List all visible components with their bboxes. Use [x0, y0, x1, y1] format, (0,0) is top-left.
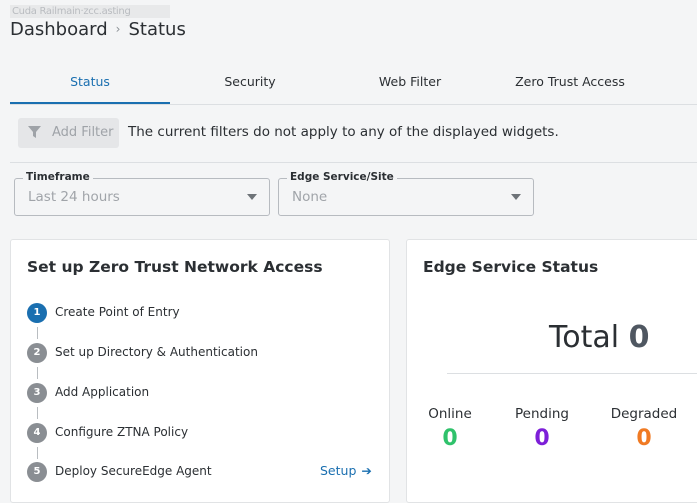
timeframe-value: Last 24 hours	[28, 189, 120, 205]
ztna-card-title: Set up Zero Trust Network Access	[27, 258, 323, 276]
step-connector	[37, 407, 38, 419]
filter-icon	[28, 126, 41, 138]
stat-label: Degraded	[610, 406, 678, 422]
step-number-badge: 1	[27, 303, 47, 323]
timeframe-select[interactable]: Timeframe Last 24 hours	[14, 171, 270, 216]
stat-online[interactable]: Online 0	[405, 406, 495, 451]
total-count: Total 0	[549, 320, 650, 355]
step-label: Add Application	[55, 385, 150, 399]
step-number-badge: 4	[27, 423, 47, 443]
edge-service-status-card: Edge Service Status Total 0 Online 0 Pen…	[406, 239, 697, 503]
filter-bar: Add Filter The current filters do not ap…	[10, 118, 697, 163]
ztna-setup-card: Set up Zero Trust Network Access 1 Creat…	[10, 239, 390, 503]
filter-message: The current filters do not apply to any …	[128, 124, 559, 140]
step-connector	[37, 367, 38, 379]
tab-zero-trust-access[interactable]: Zero Trust Access	[490, 64, 650, 102]
total-label: Total	[549, 320, 620, 355]
stat-label: Online	[428, 406, 472, 422]
stat-label: Pending	[515, 406, 569, 422]
chevron-down-icon	[247, 194, 257, 200]
step-label: Set up Directory & Authentication	[55, 345, 258, 359]
chevron-right-icon: ›	[115, 22, 121, 36]
tab-status[interactable]: Status	[10, 64, 170, 104]
step-label: Deploy SecureEdge Agent	[55, 464, 212, 478]
breadcrumb: Dashboard › Status	[10, 19, 186, 40]
breadcrumb-current: Status	[128, 19, 186, 40]
tenant-label: Cuda Railmain·zcc.asting	[10, 5, 170, 18]
total-value: 0	[628, 320, 650, 355]
add-filter-label: Add Filter	[52, 125, 114, 140]
divider	[447, 373, 697, 374]
chevron-down-icon	[511, 194, 521, 200]
stat-pending[interactable]: Pending 0	[497, 406, 587, 451]
step-label: Configure ZTNA Policy	[55, 425, 189, 439]
stat-degraded[interactable]: Degraded 0	[599, 406, 689, 451]
step-number-badge: 2	[27, 343, 47, 363]
step-connector	[37, 447, 38, 459]
tab-web-filter[interactable]: Web Filter	[330, 64, 490, 102]
step-connector	[37, 327, 38, 339]
stat-value: 0	[534, 426, 550, 451]
breadcrumb-dashboard[interactable]: Dashboard	[10, 19, 108, 40]
stat-value: 0	[442, 426, 458, 451]
add-filter-button[interactable]: Add Filter	[18, 118, 119, 148]
edge-service-site-label: Edge Service/Site	[287, 171, 397, 183]
tab-security[interactable]: Security	[170, 64, 330, 102]
setup-label: Setup	[320, 463, 357, 478]
edge-service-site-value: None	[292, 189, 328, 205]
step-number-badge: 5	[27, 462, 47, 482]
edge-service-site-select[interactable]: Edge Service/Site None	[278, 171, 534, 216]
step-label: Create Point of Entry	[55, 305, 180, 319]
edge-card-title: Edge Service Status	[423, 258, 599, 276]
arrow-right-icon: ➔	[361, 463, 372, 478]
setup-link[interactable]: Setup ➔	[320, 463, 372, 478]
timeframe-label: Timeframe	[23, 171, 93, 183]
step-number-badge: 3	[27, 383, 47, 403]
tab-bar: Status Security Web Filter Zero Trust Ac…	[10, 64, 697, 105]
stat-value: 0	[636, 426, 652, 451]
